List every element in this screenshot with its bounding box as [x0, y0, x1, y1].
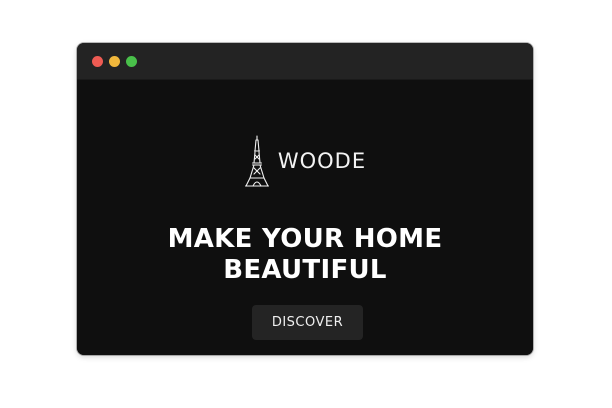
eiffel-tower-icon [244, 135, 270, 187]
maximize-window-button[interactable] [126, 56, 137, 67]
discover-button[interactable]: DISCOVER [252, 305, 363, 340]
page-content: WOODE MAKE YOUR HOME BEAUTIFUL DISCOVER [77, 80, 533, 355]
brand-logo-link[interactable]: WOODE [244, 135, 366, 187]
headline-line-1: MAKE YOUR HOME [167, 224, 443, 254]
hero-headline: MAKE YOUR HOME BEAUTIFUL [77, 224, 533, 286]
close-window-button[interactable] [92, 56, 103, 67]
headline-line-2: BEAUTIFUL [223, 255, 387, 285]
brand-header: WOODE [77, 135, 533, 187]
minimize-window-button[interactable] [109, 56, 120, 67]
browser-window: WOODE MAKE YOUR HOME BEAUTIFUL DISCOVER [77, 43, 533, 355]
brand-name: WOODE [277, 149, 367, 173]
window-titlebar [77, 43, 533, 80]
